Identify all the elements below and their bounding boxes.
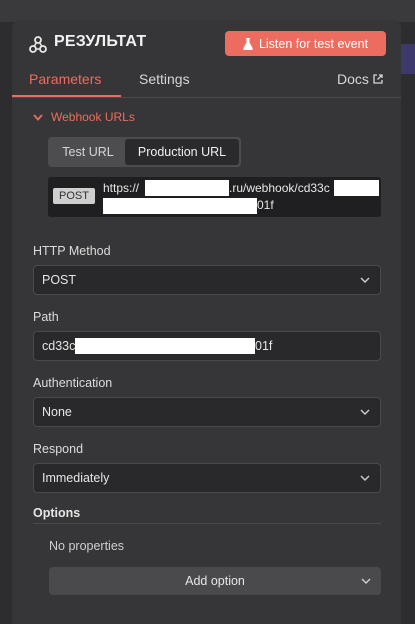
tab-docs[interactable]: Docs	[337, 71, 383, 87]
path-input[interactable]: cd33c 01f	[33, 331, 381, 361]
webhook-url-display[interactable]: POST https:// .ru/webhook/cd33c 01f	[48, 177, 381, 217]
background-canvas	[0, 0, 415, 22]
chevron-down-icon	[360, 409, 370, 415]
external-link-icon	[373, 74, 383, 84]
add-option-label: Add option	[185, 574, 245, 588]
node-title: РЕЗУЛЬТАТ	[54, 33, 147, 50]
tab-bar: Parameters Settings Docs	[12, 68, 401, 98]
http-method-value: POST	[42, 273, 77, 287]
listen-button-label: Listen for test event	[258, 36, 369, 51]
respond-label: Respond	[33, 442, 84, 456]
no-properties-text: No properties	[49, 539, 125, 553]
production-url-option[interactable]: Production URL	[125, 139, 239, 165]
node-details-panel: РЕЗУЛЬТАТ Listen for test event Paramete…	[12, 20, 401, 624]
redacted-block	[334, 180, 379, 196]
options-label: Options	[33, 506, 81, 520]
http-method-label: HTTP Method	[33, 244, 111, 258]
test-url-option[interactable]: Test URL	[52, 139, 124, 165]
webhook-urls-label: Webhook URLs	[51, 110, 135, 124]
redacted-block	[145, 180, 229, 196]
path-label: Path	[33, 310, 59, 324]
tab-settings[interactable]: Settings	[139, 71, 190, 87]
webhook-urls-toggle[interactable]: Webhook URLs	[33, 110, 135, 124]
authentication-select[interactable]: None	[33, 397, 381, 427]
tab-parameters[interactable]: Parameters	[29, 71, 101, 87]
options-divider	[33, 523, 381, 524]
authentication-label: Authentication	[33, 376, 113, 390]
http-method-select[interactable]: POST	[33, 265, 381, 295]
path-value-start: cd33c	[42, 339, 76, 353]
chevron-down-icon	[361, 578, 371, 584]
flask-icon	[243, 37, 253, 50]
add-option-button[interactable]: Add option	[49, 567, 381, 595]
respond-value: Immediately	[42, 471, 110, 485]
url-middle: .ru/webhook/cd33c	[229, 181, 330, 195]
listen-for-test-event-button[interactable]: Listen for test event	[225, 31, 386, 56]
url-end: 01f	[257, 198, 274, 212]
chevron-down-icon	[360, 277, 370, 283]
path-value-end: 01f	[255, 339, 273, 353]
chevron-down-icon	[33, 113, 43, 121]
url-prefix: https://	[103, 181, 140, 195]
method-badge: POST	[53, 188, 95, 204]
url-type-switch: Test URL Production URL	[48, 137, 241, 167]
redacted-block	[75, 338, 255, 354]
active-tab-indicator	[12, 95, 121, 97]
authentication-value: None	[42, 405, 72, 419]
redacted-block	[103, 198, 257, 214]
webhook-icon	[29, 36, 47, 53]
chevron-down-icon	[360, 475, 370, 481]
docs-label: Docs	[337, 71, 369, 87]
respond-select[interactable]: Immediately	[33, 463, 381, 493]
panel-header: РЕЗУЛЬТАТ Listen for test event	[12, 20, 401, 68]
